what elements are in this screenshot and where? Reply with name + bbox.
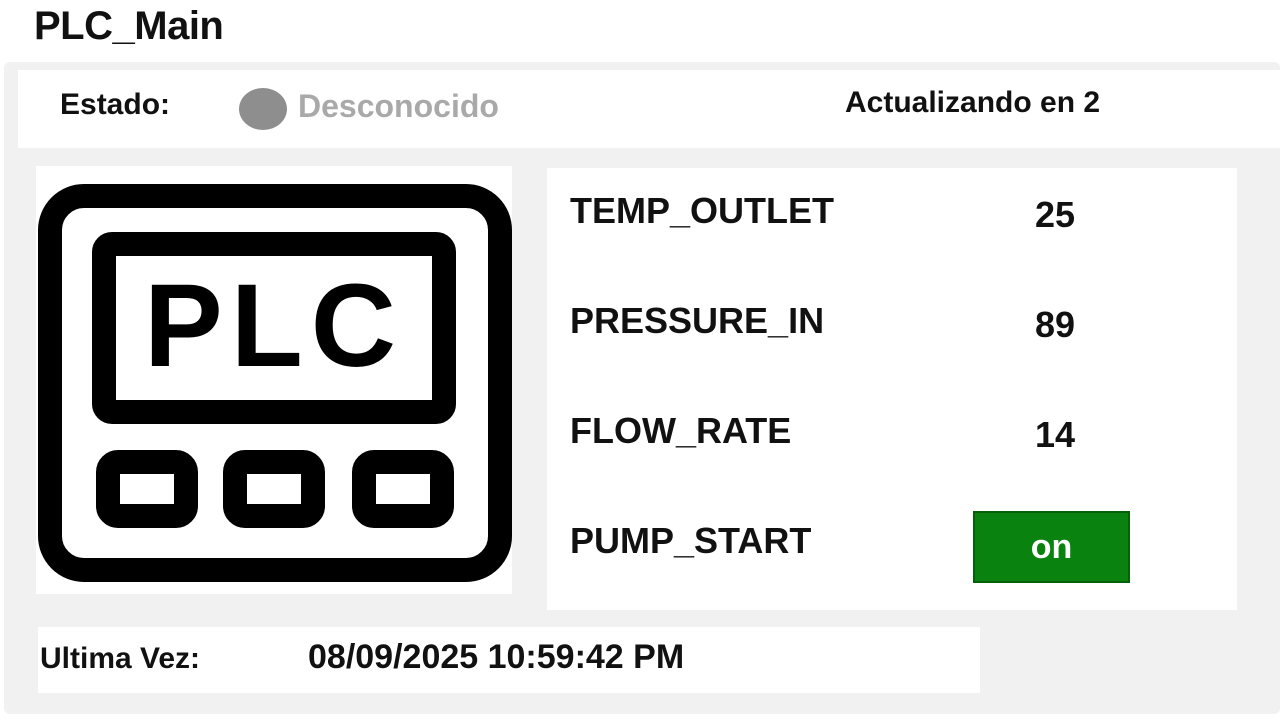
- refresh-countdown: Actualizando en 2: [845, 86, 1101, 119]
- tag-value-flow-rate: 14: [1035, 414, 1076, 455]
- plc-main-page: PLC_Main Estado: Desconocido Actualizand…: [0, 0, 1280, 720]
- tag-name-temp-outlet: TEMP_OUTLET: [570, 190, 835, 231]
- pump-start-toggle-button[interactable]: on: [973, 511, 1130, 583]
- status-indicator-icon: [239, 88, 287, 130]
- last-update-label: Ultima Vez:: [40, 642, 201, 675]
- tag-name-flow-rate: FLOW_RATE: [570, 410, 792, 451]
- plc-device-icon: PLC: [38, 184, 512, 582]
- plc-icon-panel: PLC: [36, 166, 512, 594]
- plc-screen-label: PLC: [144, 260, 404, 392]
- status-label: Estado:: [60, 88, 171, 121]
- status-value: Desconocido: [298, 88, 499, 124]
- tag-name-pump-start: PUMP_START: [570, 520, 812, 561]
- page-title: PLC_Main: [34, 4, 224, 48]
- tag-value-temp-outlet: 25: [1035, 194, 1076, 235]
- last-update-value: 08/09/2025 10:59:42 PM: [308, 638, 685, 676]
- tag-name-pressure-in: PRESSURE_IN: [570, 300, 825, 341]
- tag-value-pressure-in: 89: [1035, 304, 1076, 345]
